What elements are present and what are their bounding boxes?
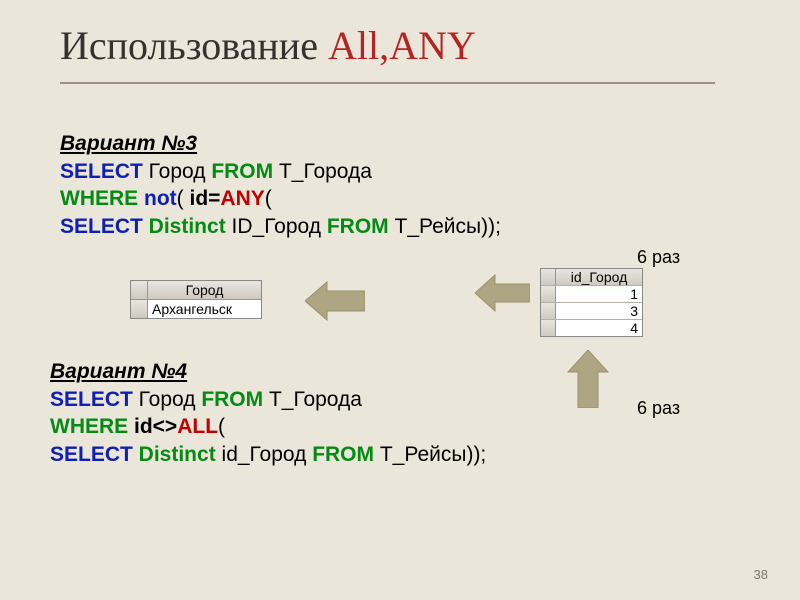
col-header-idcity: id_Город xyxy=(556,269,642,285)
row-selector xyxy=(131,300,148,318)
table-row: 1 xyxy=(541,285,642,302)
slide-title: Использование All,ANY xyxy=(60,22,476,69)
label-6raz-top: 6 раз xyxy=(637,247,680,268)
cell-id: 1 xyxy=(556,286,642,302)
variant4-line3: SELECT Distinct id_Город FROM Т_Рейсы)); xyxy=(50,441,486,469)
row-selector xyxy=(541,269,556,285)
variant3-block: Вариант №3 SELECT Город FROM Т_Города WH… xyxy=(60,130,501,241)
title-part2: All,ANY xyxy=(328,23,476,68)
arrow-left-icon xyxy=(475,272,530,314)
title-underline xyxy=(60,82,715,84)
row-selector xyxy=(541,320,556,336)
label-6raz-bottom: 6 раз xyxy=(637,398,680,419)
variant3-line1: SELECT Город FROM Т_Города xyxy=(60,158,501,186)
variant3-line2: WHERE not( id=ANY( xyxy=(60,185,501,213)
table-row: 3 xyxy=(541,302,642,319)
result-table-city: Город Архангельск xyxy=(130,280,262,319)
row-selector xyxy=(131,281,148,299)
variant4-line2: WHERE id<>ALL( xyxy=(50,413,486,441)
variant3-line3: SELECT Distinct ID_Город FROM Т_Рейсы)); xyxy=(60,213,501,241)
row-selector xyxy=(541,303,556,319)
cell-city: Архангельск xyxy=(148,300,261,318)
table-header-row: Город xyxy=(131,281,261,299)
slide: Использование All,ANY Вариант №3 SELECT … xyxy=(0,0,800,600)
row-selector xyxy=(541,286,556,302)
cell-id: 3 xyxy=(556,303,642,319)
arrow-left-icon xyxy=(305,278,365,324)
table-row: Архангельск xyxy=(131,299,261,318)
variant4-block: Вариант №4 SELECT Город FROM Т_Города WH… xyxy=(50,358,486,469)
table-header-row: id_Город xyxy=(541,269,642,285)
col-header-city: Город xyxy=(148,281,261,299)
variant4-heading: Вариант №4 xyxy=(50,358,486,386)
page-number: 38 xyxy=(754,567,768,582)
result-table-idcity: id_Город 1 3 4 xyxy=(540,268,643,337)
arrow-up-icon xyxy=(565,350,611,408)
variant4-line1: SELECT Город FROM Т_Города xyxy=(50,386,486,414)
title-part1: Использование xyxy=(60,23,328,68)
cell-id: 4 xyxy=(556,320,642,336)
table-row: 4 xyxy=(541,319,642,336)
variant3-heading: Вариант №3 xyxy=(60,130,501,158)
